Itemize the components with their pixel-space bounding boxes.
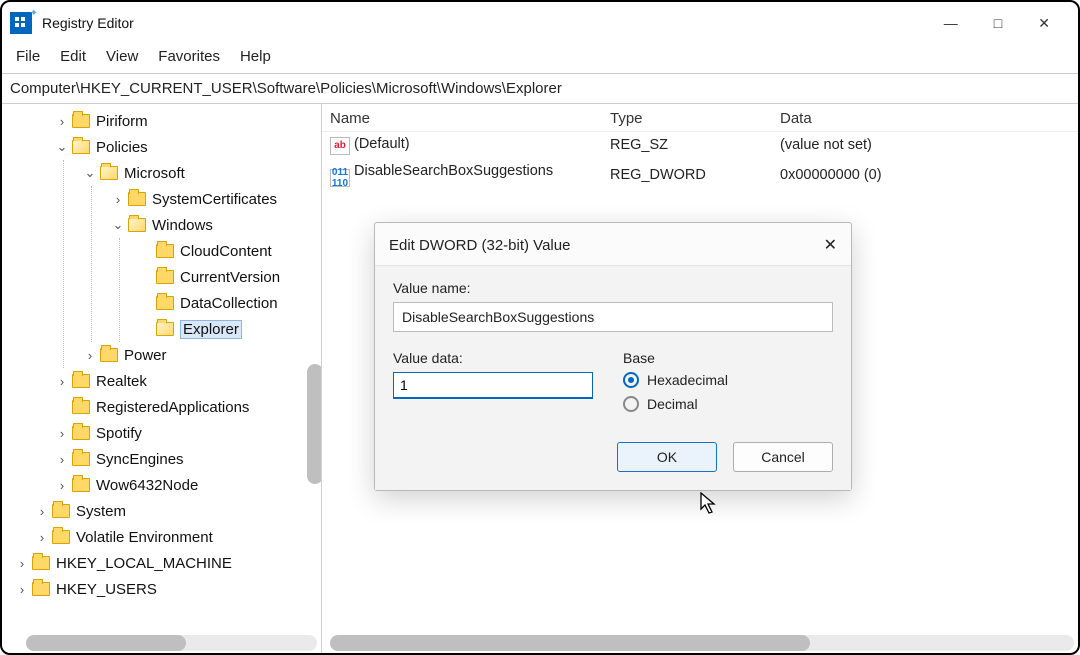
radio-decimal[interactable]: Decimal xyxy=(623,396,728,412)
tree-item-syncengines[interactable]: ›SyncEngines xyxy=(2,446,321,472)
col-data[interactable]: Data xyxy=(780,110,1070,127)
col-type[interactable]: Type xyxy=(610,110,780,127)
chevron-right-icon[interactable]: › xyxy=(54,426,70,441)
regedit-icon: ✦ xyxy=(10,12,32,34)
address-bar[interactable]: Computer\HKEY_CURRENT_USER\Software\Poli… xyxy=(2,73,1078,104)
window-controls: — □ ✕ xyxy=(944,15,1070,32)
dialog-title: Edit DWORD (32-bit) Value xyxy=(389,237,570,254)
tree-item-wow6432node[interactable]: ›Wow6432Node xyxy=(2,472,321,498)
chevron-right-icon[interactable]: › xyxy=(54,478,70,493)
dialog-close-button[interactable]: ✕ xyxy=(824,235,837,255)
tree-item-microsoft[interactable]: ⌄Microsoft xyxy=(64,160,321,186)
folder-icon xyxy=(156,322,174,336)
titlebar: ✦ Registry Editor — □ ✕ xyxy=(2,2,1078,44)
folder-icon xyxy=(72,400,90,414)
folder-icon xyxy=(156,244,174,258)
chevron-right-icon[interactable]: › xyxy=(110,192,126,207)
tree-pane: ›Piriform ⌄Policies ⌄Microsoft ›SystemCe… xyxy=(2,104,322,653)
edit-dword-dialog: Edit DWORD (32-bit) Value ✕ Value name: … xyxy=(374,222,852,491)
tree-item-piriform[interactable]: ›Piriform xyxy=(2,108,321,134)
tree-item-cloudcontent[interactable]: CloudContent xyxy=(120,238,321,264)
chevron-down-icon[interactable]: ⌄ xyxy=(82,165,98,181)
string-value-icon: ab xyxy=(330,137,350,155)
folder-icon xyxy=(52,504,70,518)
tree-item-system[interactable]: ›System xyxy=(2,498,321,524)
radio-hexadecimal[interactable]: Hexadecimal xyxy=(623,372,728,388)
window-title: Registry Editor xyxy=(42,15,134,31)
chevron-down-icon[interactable]: ⌄ xyxy=(54,139,70,155)
list-horizontal-scrollbar[interactable] xyxy=(330,635,1074,651)
tree-item-policies[interactable]: ⌄Policies xyxy=(2,134,321,160)
menu-file[interactable]: File xyxy=(16,48,40,65)
col-name[interactable]: Name xyxy=(330,110,610,127)
folder-icon xyxy=(32,582,50,596)
folder-icon xyxy=(100,166,118,180)
chevron-right-icon[interactable]: › xyxy=(54,114,70,129)
tree-item-realtek[interactable]: ›Realtek xyxy=(2,368,321,394)
folder-icon xyxy=(128,192,146,206)
scrollbar-thumb[interactable] xyxy=(330,635,810,651)
tree-item-power[interactable]: ›Power xyxy=(64,342,321,368)
tree-item-systemcertificates[interactable]: ›SystemCertificates xyxy=(92,186,321,212)
chevron-right-icon[interactable]: › xyxy=(34,504,50,519)
tree-item-volatile-environment[interactable]: ›Volatile Environment xyxy=(2,524,321,550)
menubar: File Edit View Favorites Help xyxy=(2,44,1078,73)
chevron-right-icon[interactable]: › xyxy=(54,374,70,389)
tree-vertical-scrollbar[interactable] xyxy=(307,364,322,484)
menu-edit[interactable]: Edit xyxy=(60,48,86,65)
close-button[interactable]: ✕ xyxy=(1038,15,1050,32)
ok-button[interactable]: OK xyxy=(617,442,717,472)
chevron-right-icon[interactable]: › xyxy=(14,582,30,597)
folder-icon xyxy=(72,374,90,388)
tree-horizontal-scrollbar[interactable] xyxy=(26,635,317,651)
base-label: Base xyxy=(623,350,728,366)
tree-item-explorer[interactable]: Explorer xyxy=(120,316,321,342)
folder-icon xyxy=(32,556,50,570)
radio-icon xyxy=(623,396,639,412)
chevron-right-icon[interactable]: › xyxy=(34,530,50,545)
tree-item-hku[interactable]: ›HKEY_USERS xyxy=(2,576,321,602)
chevron-right-icon[interactable]: › xyxy=(54,452,70,467)
value-name-field[interactable]: DisableSearchBoxSuggestions xyxy=(393,302,833,332)
folder-icon xyxy=(156,270,174,284)
dialog-titlebar: Edit DWORD (32-bit) Value ✕ xyxy=(375,223,851,265)
chevron-right-icon[interactable]: › xyxy=(14,556,30,571)
column-headers: Name Type Data xyxy=(322,104,1078,132)
menu-help[interactable]: Help xyxy=(240,48,271,65)
scrollbar-thumb[interactable] xyxy=(26,635,186,651)
folder-icon xyxy=(72,140,90,154)
value-row[interactable]: ab(Default) REG_SZ (value not set) xyxy=(322,132,1078,159)
dword-value-icon: 011110 xyxy=(330,169,350,187)
value-data-label: Value data: xyxy=(393,350,593,366)
folder-icon xyxy=(72,426,90,440)
menu-favorites[interactable]: Favorites xyxy=(158,48,220,65)
tree-item-spotify[interactable]: ›Spotify xyxy=(2,420,321,446)
tree-item-windows[interactable]: ⌄Windows xyxy=(92,212,321,238)
minimize-button[interactable]: — xyxy=(944,15,958,32)
tree-item-hklm[interactable]: ›HKEY_LOCAL_MACHINE xyxy=(2,550,321,576)
cancel-button[interactable]: Cancel xyxy=(733,442,833,472)
folder-icon xyxy=(72,452,90,466)
tree-item-currentversion[interactable]: CurrentVersion xyxy=(120,264,321,290)
folder-icon xyxy=(72,114,90,128)
radio-icon xyxy=(623,372,639,388)
chevron-down-icon[interactable]: ⌄ xyxy=(110,217,126,233)
folder-icon xyxy=(100,348,118,362)
menu-view[interactable]: View xyxy=(106,48,138,65)
tree-item-registeredapplications[interactable]: RegisteredApplications xyxy=(2,394,321,420)
folder-icon xyxy=(52,530,70,544)
folder-icon xyxy=(72,478,90,492)
chevron-right-icon[interactable]: › xyxy=(82,348,98,363)
value-row[interactable]: 011110DisableSearchBoxSuggestions REG_DW… xyxy=(322,159,1078,191)
value-name-label: Value name: xyxy=(393,280,833,296)
maximize-button[interactable]: □ xyxy=(994,15,1002,32)
value-data-input[interactable] xyxy=(393,372,593,398)
tree-item-datacollection[interactable]: DataCollection xyxy=(120,290,321,316)
folder-icon xyxy=(128,218,146,232)
folder-icon xyxy=(156,296,174,310)
